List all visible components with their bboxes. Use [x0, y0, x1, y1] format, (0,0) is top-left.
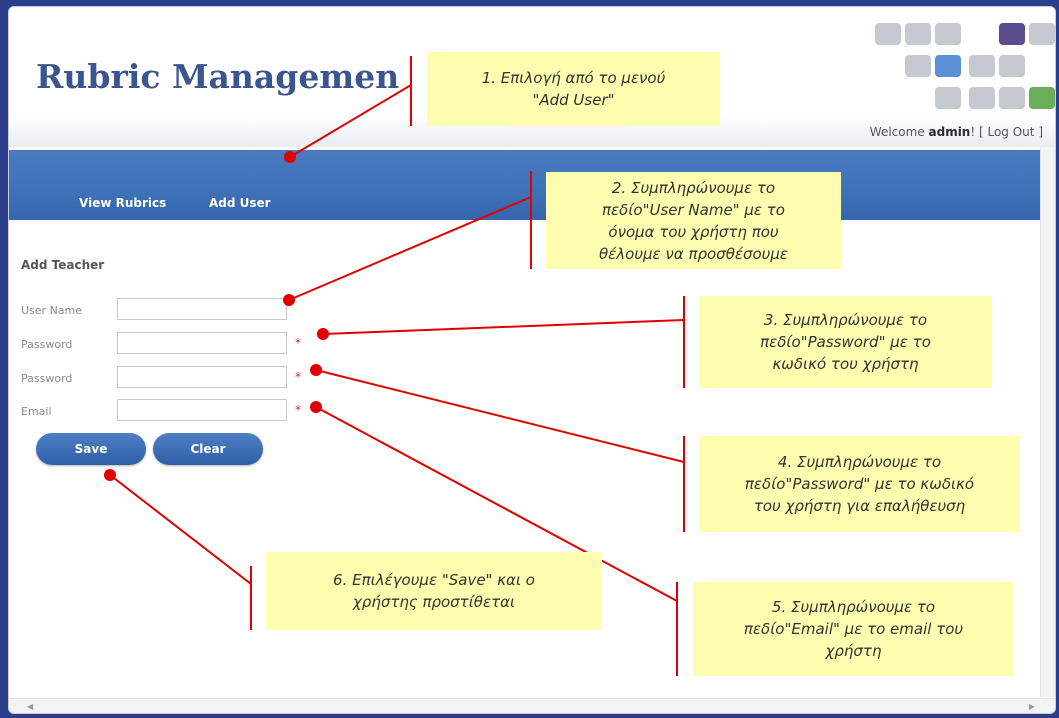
callout-step-6-line-2: χρήστης προστίθεται	[352, 593, 516, 611]
callout-3-dot	[317, 328, 329, 340]
callout-step-2-line-4: θέλουμε να προσθέσουμε	[598, 244, 788, 263]
callout-4-dot	[310, 364, 322, 376]
callout-step-4-line-3: του χρήστη για επαλήθευση	[753, 497, 966, 515]
callout-1-dot	[284, 151, 296, 163]
callout-step-5-line-1: 5. Συμπληρώνουμε το	[771, 598, 936, 616]
callout-step-3-line-1: 3. Συμπληρώνουμε το	[763, 311, 928, 329]
callout-step-2-line-1: 2. Συμπληρώνουμε το	[611, 178, 776, 197]
callout-1-pointer	[289, 84, 412, 158]
callout-step-2-line-3: όνομα του χρήστη που	[608, 222, 779, 241]
callout-step-5-line-2: πεδίο"Email" με το email του	[743, 620, 964, 638]
callout-4-pointer	[315, 369, 685, 463]
callout-step-5-line-3: χρήστη	[825, 642, 882, 660]
callout-step-3-line-3: κωδικό του χρήστη	[772, 355, 919, 373]
callout-step-1: 1. Επιλογή από το μενού "Add User"	[427, 52, 720, 126]
callout-6-pointer	[109, 474, 252, 585]
callout-6-dot	[104, 469, 116, 481]
callout-step-4: 4. Συμπληρώνουμε το πεδίο"Password" με τ…	[699, 436, 1020, 532]
callout-5-dot	[310, 401, 322, 413]
callout-step-4-line-2: πεδίο"Password" με το κωδικό	[744, 475, 975, 493]
callout-step-2-line-2: πεδίο"User Name" με το	[602, 200, 785, 219]
callout-step-1-line-2: "Add User"	[532, 91, 615, 109]
callout-step-2: 2. Συμπληρώνουμε το πεδίο"User Name" με …	[546, 172, 841, 269]
callout-2-pointer	[288, 196, 532, 301]
callout-2-dot	[283, 294, 295, 306]
callout-step-4-line-1: 4. Συμπληρώνουμε το	[777, 453, 942, 471]
callout-step-5: 5. Συμπληρώνουμε το πεδίο"Email" με το e…	[693, 582, 1014, 676]
callout-3-pointer	[322, 319, 685, 335]
callout-step-6-line-1: 6. Επιλέγουμε "Save" και ο	[333, 571, 535, 589]
callout-step-3-line-2: πεδίο"Password" με το	[760, 333, 931, 351]
annotation-dots	[104, 151, 329, 481]
callout-step-1-line-1: 1. Επιλογή από το μενού	[481, 69, 666, 87]
callout-step-3: 3. Συμπληρώνουμε το πεδίο"Password" με τ…	[699, 296, 992, 388]
callout-step-6: 6. Επιλέγουμε "Save" και ο χρήστης προστ…	[266, 552, 602, 630]
